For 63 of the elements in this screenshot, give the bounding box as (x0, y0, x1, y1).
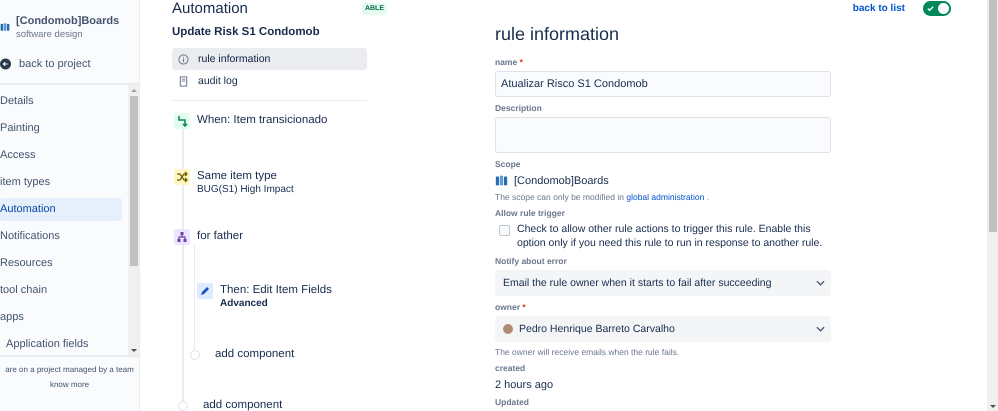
enable-toggle[interactable] (923, 1, 951, 16)
nav-item[interactable]: Notifications (0, 225, 122, 248)
nav-item[interactable]: Access (0, 144, 122, 167)
checkbox[interactable] (499, 225, 510, 236)
nav-item[interactable]: Resources (0, 252, 122, 275)
field-label: name (495, 57, 518, 67)
avatar (503, 324, 513, 334)
add-component-link[interactable]: add component (215, 348, 294, 360)
rule-menu-item[interactable]: audit log (172, 70, 367, 92)
project-name: [Condomob]Boards (16, 14, 120, 26)
shuffle-icon (174, 169, 190, 185)
checkbox-label: Check to allow other rule actions to trigger this rule. Enable this option only if you need this rule to run in response to another rule. (517, 222, 824, 250)
pencil-icon (197, 283, 213, 299)
step-title: Same item type (197, 170, 278, 182)
field-label: Scope (495, 159, 521, 170)
back-to-list-link[interactable]: back to list (852, 3, 905, 14)
step-detail: BUG(S1) High Impact (197, 184, 294, 195)
rule-menu-item[interactable]: rule information (172, 48, 367, 70)
field-label: Allow rule trigger (495, 208, 565, 218)
info-icon (178, 54, 189, 64)
scope-note: The scope can only be modified in global administration . (495, 192, 710, 202)
add-component-link[interactable]: add component (203, 399, 282, 411)
created-value: 2 hours ago (495, 378, 554, 391)
project-type: software design (16, 28, 84, 40)
field-label: created (495, 362, 526, 373)
owner-select[interactable]: Pedro Henrique Barreto Carvalho (495, 316, 831, 342)
notify-select[interactable]: Email the rule owner when it starts to fail after succeeding (495, 270, 831, 296)
global-administration-link[interactable]: global administration (626, 192, 704, 202)
nav-item[interactable]: item types (0, 171, 122, 194)
field-label: owner (495, 302, 520, 312)
chevron-down-icon (816, 280, 825, 286)
scrollbar[interactable] (128, 85, 139, 355)
scrollbar[interactable] (987, 0, 998, 411)
step-title: Then: Edit Item Fields (220, 284, 332, 296)
nav-item[interactable]: apps (0, 306, 122, 329)
step-title: When: Item transicionado (197, 114, 328, 126)
back-to-project-link[interactable]: back to project (19, 58, 91, 70)
check-icon (926, 4, 935, 13)
section-heading: rule information (495, 24, 620, 45)
name-input[interactable]: Atualizar Risco S1 Condomob (495, 71, 831, 97)
team-notice: are on a project managed by a team (5, 365, 134, 374)
project-icon (495, 174, 508, 188)
required-mark: * (520, 57, 523, 67)
scope-value: [Condomob]Boards (514, 174, 609, 187)
field-label: Description (495, 102, 542, 113)
description-input[interactable] (495, 116, 831, 154)
required-mark: * (522, 302, 526, 312)
field-label: Notify about error (495, 256, 567, 266)
field-label: Updated (495, 396, 529, 407)
page-title: Automation (172, 1, 248, 17)
owner-hint: The owner will receive emails when the rule fails. (495, 346, 680, 357)
nav-item[interactable]: Automation (0, 198, 122, 221)
nav-item[interactable]: Application fields (0, 333, 122, 356)
nav-item[interactable]: Details (0, 90, 122, 113)
rule-title: Update Risk S1 Condomob (172, 26, 321, 38)
step-title: for father (197, 230, 244, 242)
nav-item[interactable]: tool chain (0, 279, 122, 302)
know-more-link[interactable]: know more (50, 380, 90, 389)
step-detail: Advanced (220, 298, 269, 309)
chevron-down-icon (816, 326, 825, 332)
document-icon (178, 76, 189, 86)
nav-item[interactable]: Painting (0, 117, 122, 140)
hierarchy-icon (174, 229, 190, 245)
